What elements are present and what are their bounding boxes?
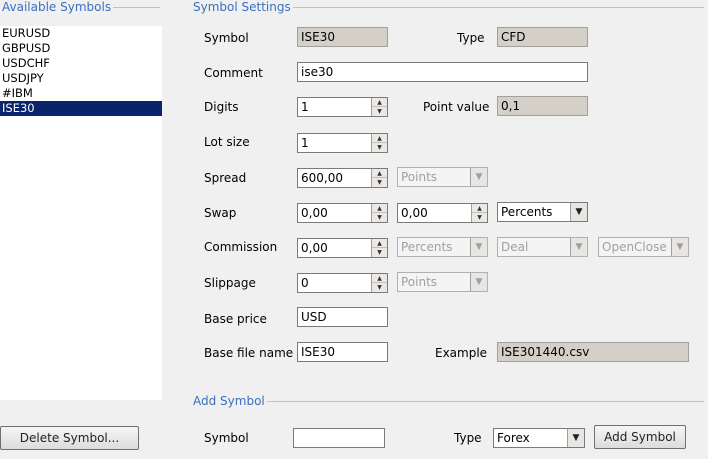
spin-down-icon[interactable]: ▼: [372, 283, 387, 292]
chevron-down-icon: ▼: [470, 238, 487, 256]
commission-unit-select: Percents ▼: [397, 237, 488, 257]
chevron-down-icon[interactable]: ▼: [567, 429, 584, 447]
spin-up-icon[interactable]: ▲: [372, 134, 387, 143]
symbol-settings-separator: [290, 7, 704, 8]
base-price-field[interactable]: USD: [297, 307, 388, 327]
commission-type-select: Deal ▼: [497, 237, 588, 257]
point-value-label: Point value: [423, 100, 490, 114]
symbol-list-item[interactable]: USDJPY: [0, 71, 162, 86]
spin-down-icon[interactable]: ▼: [372, 248, 387, 257]
symbol-list-item[interactable]: EURUSD: [0, 26, 162, 41]
symbol-list[interactable]: EURUSD GBPUSD USDCHF USDJPY #IBM ISE30: [0, 26, 162, 400]
spread-unit-value: Points: [401, 170, 438, 184]
swap-label: Swap: [204, 206, 237, 220]
lot-size-stepper[interactable]: 1 ▲ ▼: [297, 133, 388, 153]
swap-short-stepper[interactable]: 0,00 ▲ ▼: [397, 203, 488, 223]
spin-up-icon[interactable]: ▲: [372, 98, 387, 107]
symbol-field: ISE30: [297, 27, 388, 47]
slippage-stepper[interactable]: 0 ▲ ▼: [297, 273, 388, 293]
chevron-down-icon: ▼: [570, 238, 587, 256]
slippage-value: 0: [301, 276, 309, 290]
chevron-down-icon: ▼: [470, 273, 487, 291]
swap-long-value: 0,00: [301, 206, 328, 220]
digits-stepper[interactable]: 1 ▲ ▼: [297, 97, 388, 117]
spin-up-icon[interactable]: ▲: [372, 204, 387, 213]
add-type-value: Forex: [497, 431, 530, 445]
spread-value: 600,00: [301, 171, 343, 185]
digits-label: Digits: [204, 100, 239, 114]
swap-unit-select[interactable]: Percents ▼: [497, 202, 588, 222]
chevron-down-icon[interactable]: ▼: [570, 203, 587, 221]
spin-up-icon[interactable]: ▲: [472, 204, 487, 213]
swap-unit-value: Percents: [501, 205, 553, 219]
commission-unit-value: Percents: [401, 240, 453, 254]
swap-long-stepper[interactable]: 0,00 ▲ ▼: [297, 203, 388, 223]
delete-symbol-button[interactable]: Delete Symbol...: [0, 426, 139, 450]
add-symbol-title: Add Symbol: [191, 394, 267, 408]
symbol-settings-title: Symbol Settings: [191, 0, 293, 14]
lot-size-label: Lot size: [204, 135, 250, 149]
slippage-unit-select: Points ▼: [397, 272, 488, 292]
chevron-down-icon: ▼: [470, 168, 487, 186]
add-symbol-label: Symbol: [204, 431, 249, 445]
chevron-down-icon: ▼: [671, 238, 688, 256]
commission-value: 0,00: [301, 241, 328, 255]
comment-field[interactable]: ise30: [297, 62, 588, 82]
spin-up-icon[interactable]: ▲: [372, 239, 387, 248]
comment-label: Comment: [204, 66, 263, 80]
slippage-unit-value: Points: [401, 275, 438, 289]
symbol-list-item[interactable]: GBPUSD: [0, 41, 162, 56]
base-file-name-field[interactable]: ISE30: [297, 342, 388, 362]
add-type-select[interactable]: Forex ▼: [493, 428, 585, 448]
available-symbols-separator: [105, 7, 160, 8]
commission-mode-select: OpenClose ▼: [598, 237, 689, 257]
lot-size-value: 1: [301, 136, 309, 150]
spin-down-icon[interactable]: ▼: [472, 213, 487, 222]
symbol-label: Symbol: [204, 31, 249, 45]
add-symbol-button[interactable]: Add Symbol: [594, 425, 686, 449]
point-value-field: 0,1: [497, 96, 588, 116]
commission-stepper[interactable]: 0,00 ▲ ▼: [297, 238, 388, 258]
add-symbol-separator: [264, 401, 704, 402]
commission-type-value: Deal: [501, 240, 529, 254]
spin-up-icon[interactable]: ▲: [372, 169, 387, 178]
symbol-list-item[interactable]: #IBM: [0, 86, 162, 101]
base-price-label: Base price: [204, 312, 267, 326]
commission-label: Commission: [204, 240, 278, 254]
spread-label: Spread: [204, 171, 247, 185]
commission-mode-value: OpenClose: [602, 240, 667, 254]
example-field: ISE301440.csv: [497, 342, 689, 362]
digits-value: 1: [301, 100, 309, 114]
base-file-name-label: Base file name: [204, 346, 294, 360]
spin-up-icon[interactable]: ▲: [372, 274, 387, 283]
spread-unit-select: Points ▼: [397, 167, 488, 187]
spin-down-icon[interactable]: ▼: [372, 107, 387, 116]
spread-stepper[interactable]: 600,00 ▲ ▼: [297, 168, 388, 188]
spin-down-icon[interactable]: ▼: [372, 143, 387, 152]
symbol-list-item[interactable]: ISE30: [0, 101, 162, 116]
spin-down-icon[interactable]: ▼: [372, 178, 387, 187]
symbol-list-item[interactable]: USDCHF: [0, 56, 162, 71]
type-field: CFD: [497, 27, 588, 47]
example-label: Example: [435, 346, 488, 360]
spin-down-icon[interactable]: ▼: [372, 213, 387, 222]
available-symbols-title: Available Symbols: [0, 0, 114, 14]
add-symbol-input[interactable]: [293, 428, 385, 448]
type-label: Type: [457, 31, 485, 45]
slippage-label: Slippage: [204, 276, 256, 290]
swap-short-value: 0,00: [401, 206, 428, 220]
add-type-label: Type: [454, 431, 482, 445]
